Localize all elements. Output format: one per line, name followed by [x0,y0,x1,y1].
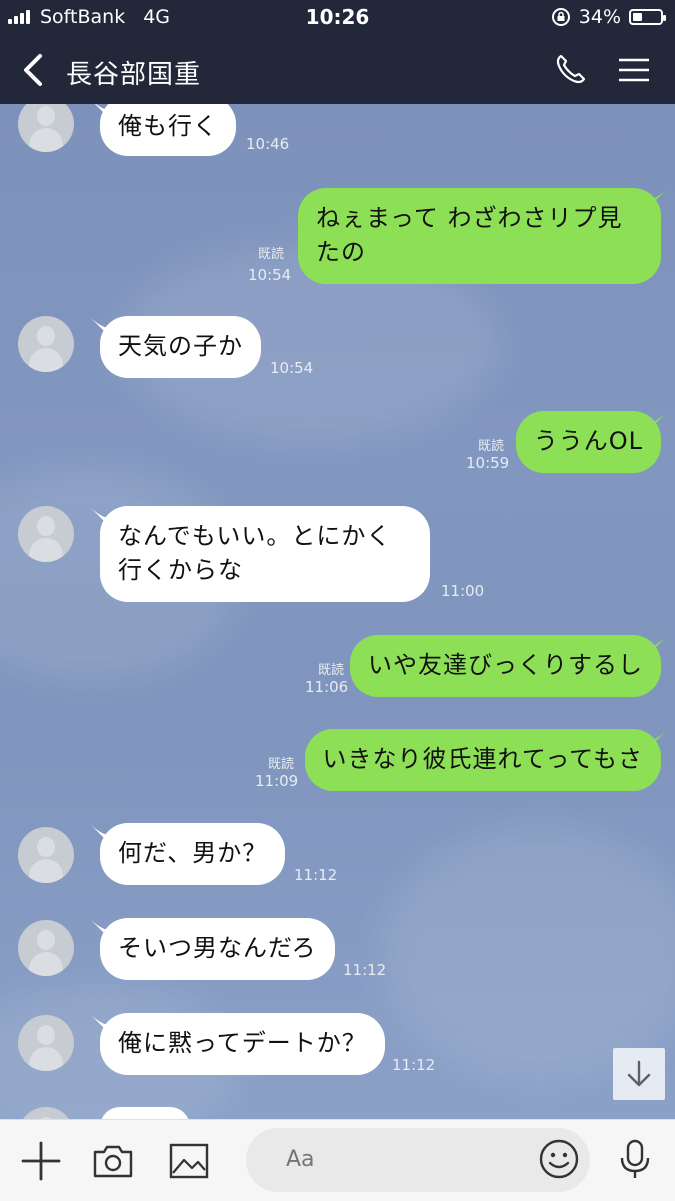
message-time: 10:46 [246,135,290,153]
incoming-bubble[interactable]: 俺に黙ってデートか？ [100,1013,385,1075]
message-time: 10:59 [466,454,510,472]
plus-icon[interactable] [20,1140,62,1182]
scroll-to-bottom-button[interactable] [613,1048,665,1100]
read-receipt: 既読 [268,757,295,772]
incoming-bubble[interactable]: 俺も行く [100,104,236,156]
message-time: 11:12 [392,1056,436,1074]
outgoing-bubble[interactable]: いや友達びっくりするし [350,635,661,697]
outgoing-bubble[interactable]: ねぇまって わざわさリプ見たの [298,188,661,284]
battery-icon [629,9,666,25]
incoming-bubble[interactable]: 天気の子か [100,316,261,378]
avatar[interactable] [18,506,74,562]
avatar[interactable] [18,104,74,152]
incoming-bubble[interactable]: そいつ男なんだろ [100,918,335,980]
avatar[interactable] [18,1015,74,1071]
message-time: 10:54 [270,359,314,377]
phone-icon[interactable] [552,52,588,88]
outgoing-bubble[interactable]: ううんOL [515,411,661,473]
microphone-icon[interactable] [614,1138,656,1180]
chat-area[interactable]: 俺も行く 10:46 ねぇまって わざわさリプ見たの 既読 10:54 天気の子… [0,104,675,1119]
read-receipt: 既読 [478,439,505,454]
outgoing-bubble[interactable]: いきなり彼氏連れてってもさ [304,729,661,791]
message-time: 11:00 [441,582,485,600]
chevron-left-icon[interactable] [16,50,52,90]
avatar[interactable] [18,920,74,976]
message-time: 11:06 [305,678,349,696]
emoji-icon[interactable] [538,1138,580,1180]
avatar[interactable] [18,316,74,372]
incoming-bubble-partial [100,1107,190,1119]
image-icon[interactable] [168,1140,210,1182]
battery-percent: 34% [578,6,621,28]
rotation-lock-icon [551,8,570,26]
message-time: 11:12 [343,961,387,979]
read-receipt: 既読 [258,247,285,262]
arrow-down-icon [627,1060,651,1087]
hamburger-menu-icon[interactable] [616,54,652,86]
incoming-bubble[interactable]: 何だ、男か？ [100,823,286,885]
incoming-bubble[interactable]: なんでもいい。とにかく行くからな [100,506,430,602]
message-time: 11:12 [294,866,338,884]
message-time: 10:54 [248,266,292,284]
avatar[interactable] [18,827,74,883]
composer-bar [0,1119,675,1201]
chat-header: 長谷部国重 [0,36,675,104]
chat-title: 長谷部国重 [66,60,202,90]
read-receipt: 既読 [318,663,345,678]
camera-icon[interactable] [92,1140,134,1182]
message-time: 11:09 [255,772,299,790]
status-bar: SoftBank 4G 10:26 34% [0,0,675,36]
